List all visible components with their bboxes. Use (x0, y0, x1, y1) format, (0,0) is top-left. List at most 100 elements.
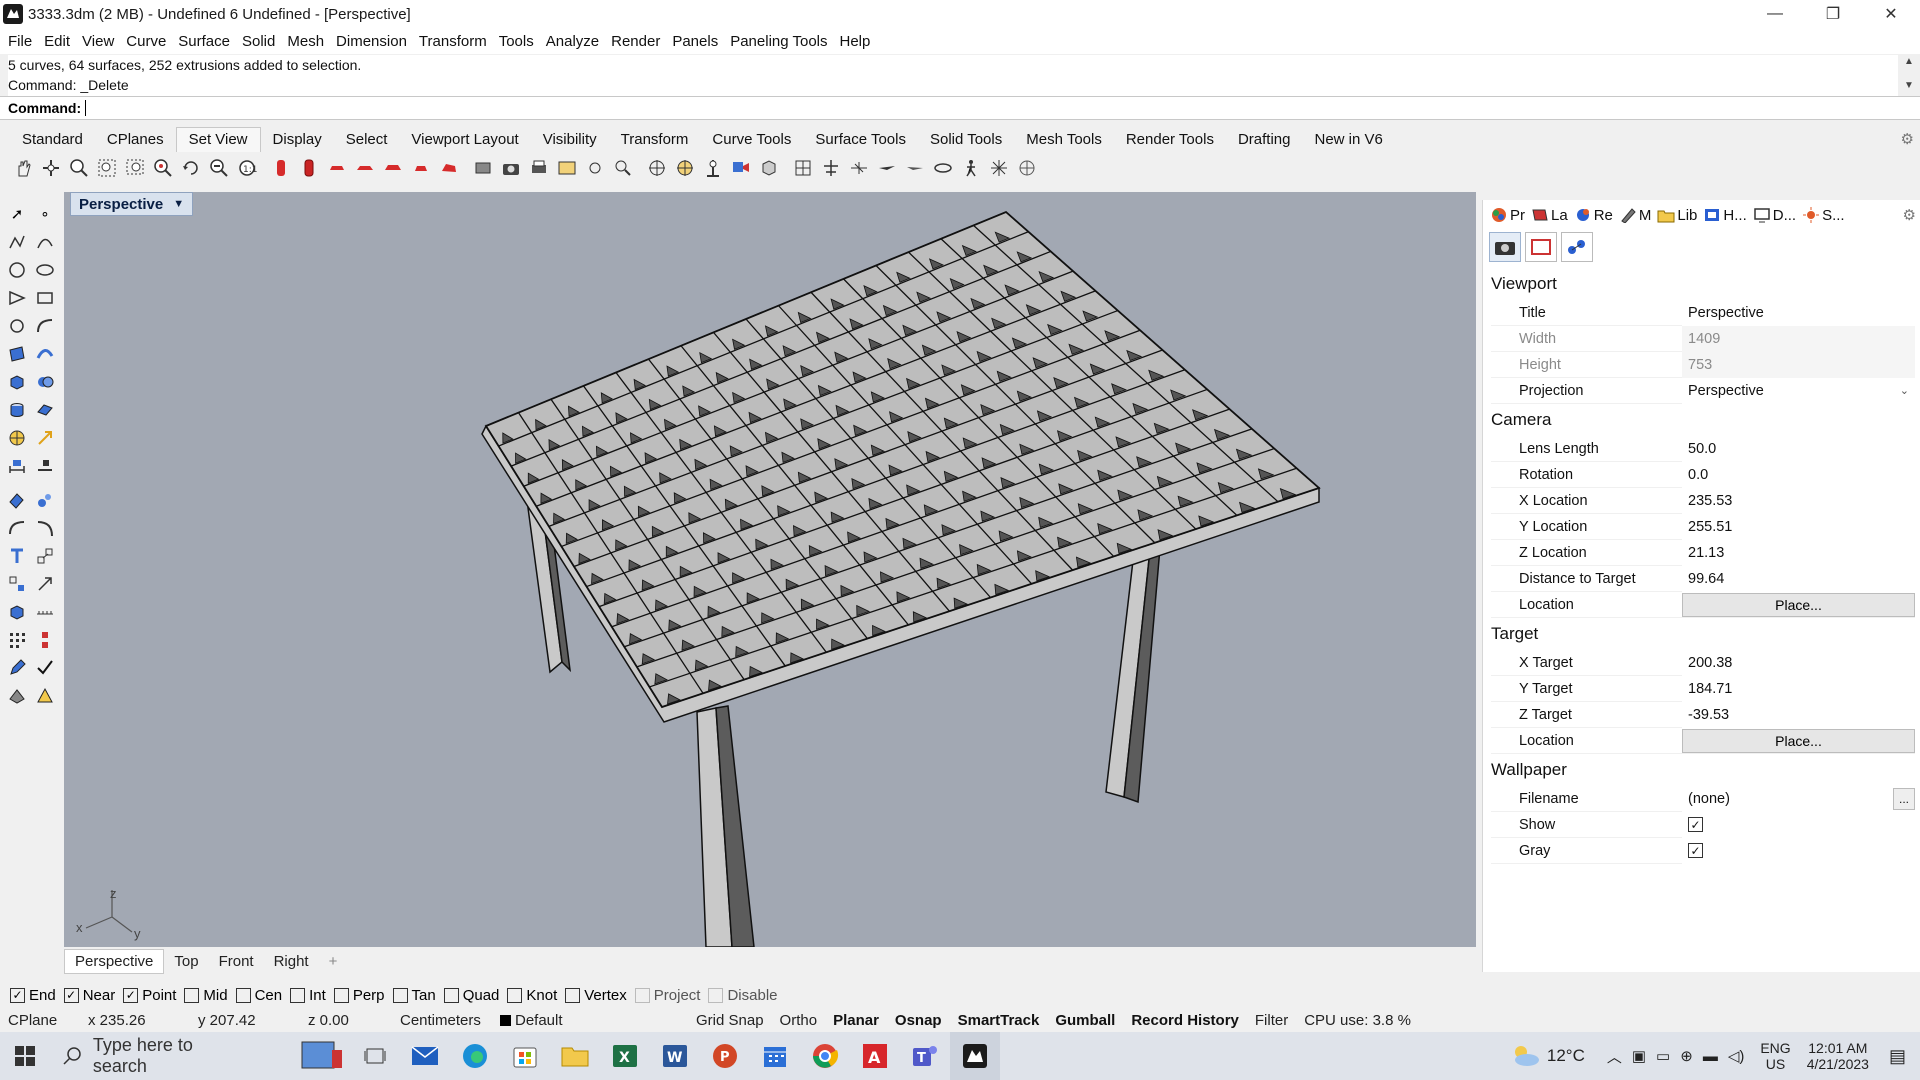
move-icon[interactable] (32, 543, 58, 569)
orbit-icon[interactable] (930, 155, 956, 181)
zoom-selected-icon[interactable] (150, 155, 176, 181)
rotate-view-icon[interactable] (38, 155, 64, 181)
plane-icon[interactable] (902, 155, 928, 181)
render-icon[interactable] (4, 683, 30, 709)
menu-transform[interactable]: Transform (413, 33, 493, 50)
tab-set-view[interactable]: Set View (175, 127, 261, 152)
select-arrow-icon[interactable]: ➚ (4, 201, 30, 227)
explode-icon[interactable] (32, 487, 58, 513)
undo-view-icon[interactable] (178, 155, 204, 181)
lens-length-field[interactable]: 50.0 (1682, 435, 1915, 462)
light-icon[interactable] (986, 155, 1012, 181)
named-view-icon[interactable] (470, 155, 496, 181)
tab-display[interactable]: Display (261, 128, 334, 152)
tab-transform[interactable]: Transform (609, 128, 701, 152)
settings-button[interactable] (1561, 232, 1593, 262)
osnap-checkbox[interactable]: ✓ (123, 987, 139, 1003)
menu-curve[interactable]: Curve (120, 33, 172, 50)
menu-surface[interactable]: Surface (172, 33, 236, 50)
car-red-icon[interactable] (268, 155, 294, 181)
wallpaper-button[interactable] (1525, 232, 1557, 262)
car-red-icon[interactable] (324, 155, 350, 181)
osnap-mid[interactable]: Mid (184, 987, 228, 1004)
panel-tab-display[interactable]: D... (1750, 207, 1799, 224)
zoom-extents-icon[interactable] (94, 155, 120, 181)
command-input[interactable] (85, 100, 87, 116)
restore-view-icon[interactable] (554, 155, 580, 181)
zoom-1to1-icon[interactable]: 1:1 (234, 155, 260, 181)
osnap-project[interactable]: Project (634, 987, 700, 1004)
scale-icon[interactable] (32, 571, 58, 597)
menu-solid[interactable]: Solid (236, 33, 281, 50)
projection-select[interactable]: Perspective ⌄ (1682, 377, 1915, 404)
panel-tab-materials[interactable]: M (1616, 207, 1655, 224)
tab-perspective[interactable]: Perspective (64, 948, 165, 974)
panel-gear-icon[interactable]: ⚙ (1903, 206, 1916, 224)
x-location-field[interactable]: 235.53 (1682, 487, 1915, 514)
walkabout-icon[interactable] (958, 155, 984, 181)
taskbar-acrobat[interactable]: A (850, 1032, 900, 1080)
scroll-down-icon[interactable]: ▼ (1902, 80, 1916, 91)
boolean-icon[interactable] (32, 369, 58, 395)
grid-snap-toggle[interactable]: Grid Snap (688, 1012, 772, 1029)
y-location-field[interactable]: 255.51 (1682, 513, 1915, 540)
x-target-field[interactable]: 200.38 (1682, 649, 1915, 676)
tab-right[interactable]: Right (264, 950, 319, 973)
taskbar-edge[interactable] (450, 1032, 500, 1080)
arc-icon[interactable] (4, 313, 30, 339)
pencil-icon[interactable] (4, 655, 30, 681)
material-icon[interactable] (32, 683, 58, 709)
menu-view[interactable]: View (76, 33, 120, 50)
gray-checkbox[interactable]: ✓ (1688, 843, 1703, 858)
elevation-icon[interactable] (818, 155, 844, 181)
taskbar-mail[interactable] (400, 1032, 450, 1080)
tab-cplanes[interactable]: CPlanes (95, 128, 176, 152)
curve-icon[interactable] (32, 229, 58, 255)
network-icon[interactable]: ⊕ (1680, 1047, 1693, 1065)
circle-icon[interactable] (4, 257, 30, 283)
polygon-icon[interactable] (4, 285, 30, 311)
osnap-checkbox[interactable] (184, 987, 200, 1003)
target-icon[interactable] (644, 155, 670, 181)
osnap-knot[interactable]: Knot (507, 987, 557, 1004)
panel-tab-help[interactable]: H... (1700, 207, 1749, 224)
zoom-in-icon[interactable] (66, 155, 92, 181)
tab-new-in-v6[interactable]: New in V6 (1303, 128, 1395, 152)
osnap-toggle[interactable]: Osnap (887, 1012, 950, 1029)
menu-mesh[interactable]: Mesh (281, 33, 330, 50)
ortho-toggle[interactable]: Ortho (772, 1012, 826, 1029)
panel-tab-render[interactable]: Re (1571, 207, 1616, 224)
osnap-checkbox[interactable] (235, 987, 251, 1003)
osnap-checkbox[interactable] (565, 987, 581, 1003)
taskbar-explorer[interactable] (550, 1032, 600, 1080)
menu-dimension[interactable]: Dimension (330, 33, 413, 50)
zoom-out-icon[interactable] (206, 155, 232, 181)
start-button[interactable] (0, 1032, 50, 1080)
camera-place-button[interactable]: Place... (1682, 592, 1915, 617)
smarttrack-toggle[interactable]: SmartTrack (950, 1012, 1048, 1029)
filename-field[interactable]: (none)... (1682, 785, 1915, 812)
browse-button[interactable]: ... (1893, 787, 1915, 810)
maximize-button[interactable]: ❐ (1804, 0, 1862, 28)
menu-tools[interactable]: Tools (493, 33, 540, 50)
text-icon[interactable] (4, 543, 30, 569)
zoom-window-icon[interactable] (122, 155, 148, 181)
osnap-tan[interactable]: Tan (392, 987, 436, 1004)
loft-icon[interactable] (32, 341, 58, 367)
fillet-icon[interactable] (32, 313, 58, 339)
tab-standard[interactable]: Standard (10, 128, 95, 152)
panel-tab-libraries[interactable]: Lib (1654, 207, 1700, 224)
taskbar-word[interactable]: W (650, 1032, 700, 1080)
tab-drafting[interactable]: Drafting (1226, 128, 1303, 152)
taskbar-rhino[interactable] (950, 1032, 1000, 1080)
osnap-end[interactable]: ✓ End (10, 987, 56, 1004)
array-icon[interactable] (4, 627, 30, 653)
battery-icon[interactable]: ▬ (1703, 1048, 1718, 1065)
osnap-checkbox[interactable] (290, 987, 306, 1003)
osnap-perp[interactable]: Perp (333, 987, 385, 1004)
tab-front[interactable]: Front (209, 950, 264, 973)
clock[interactable]: 12:01 AM 4/21/2023 (1807, 1040, 1869, 1072)
viewport-perspective[interactable]: Perspective ▼ z y x (64, 192, 1476, 947)
language-indicator[interactable]: ENG US (1760, 1040, 1790, 1072)
osnap-checkbox[interactable] (507, 987, 523, 1003)
